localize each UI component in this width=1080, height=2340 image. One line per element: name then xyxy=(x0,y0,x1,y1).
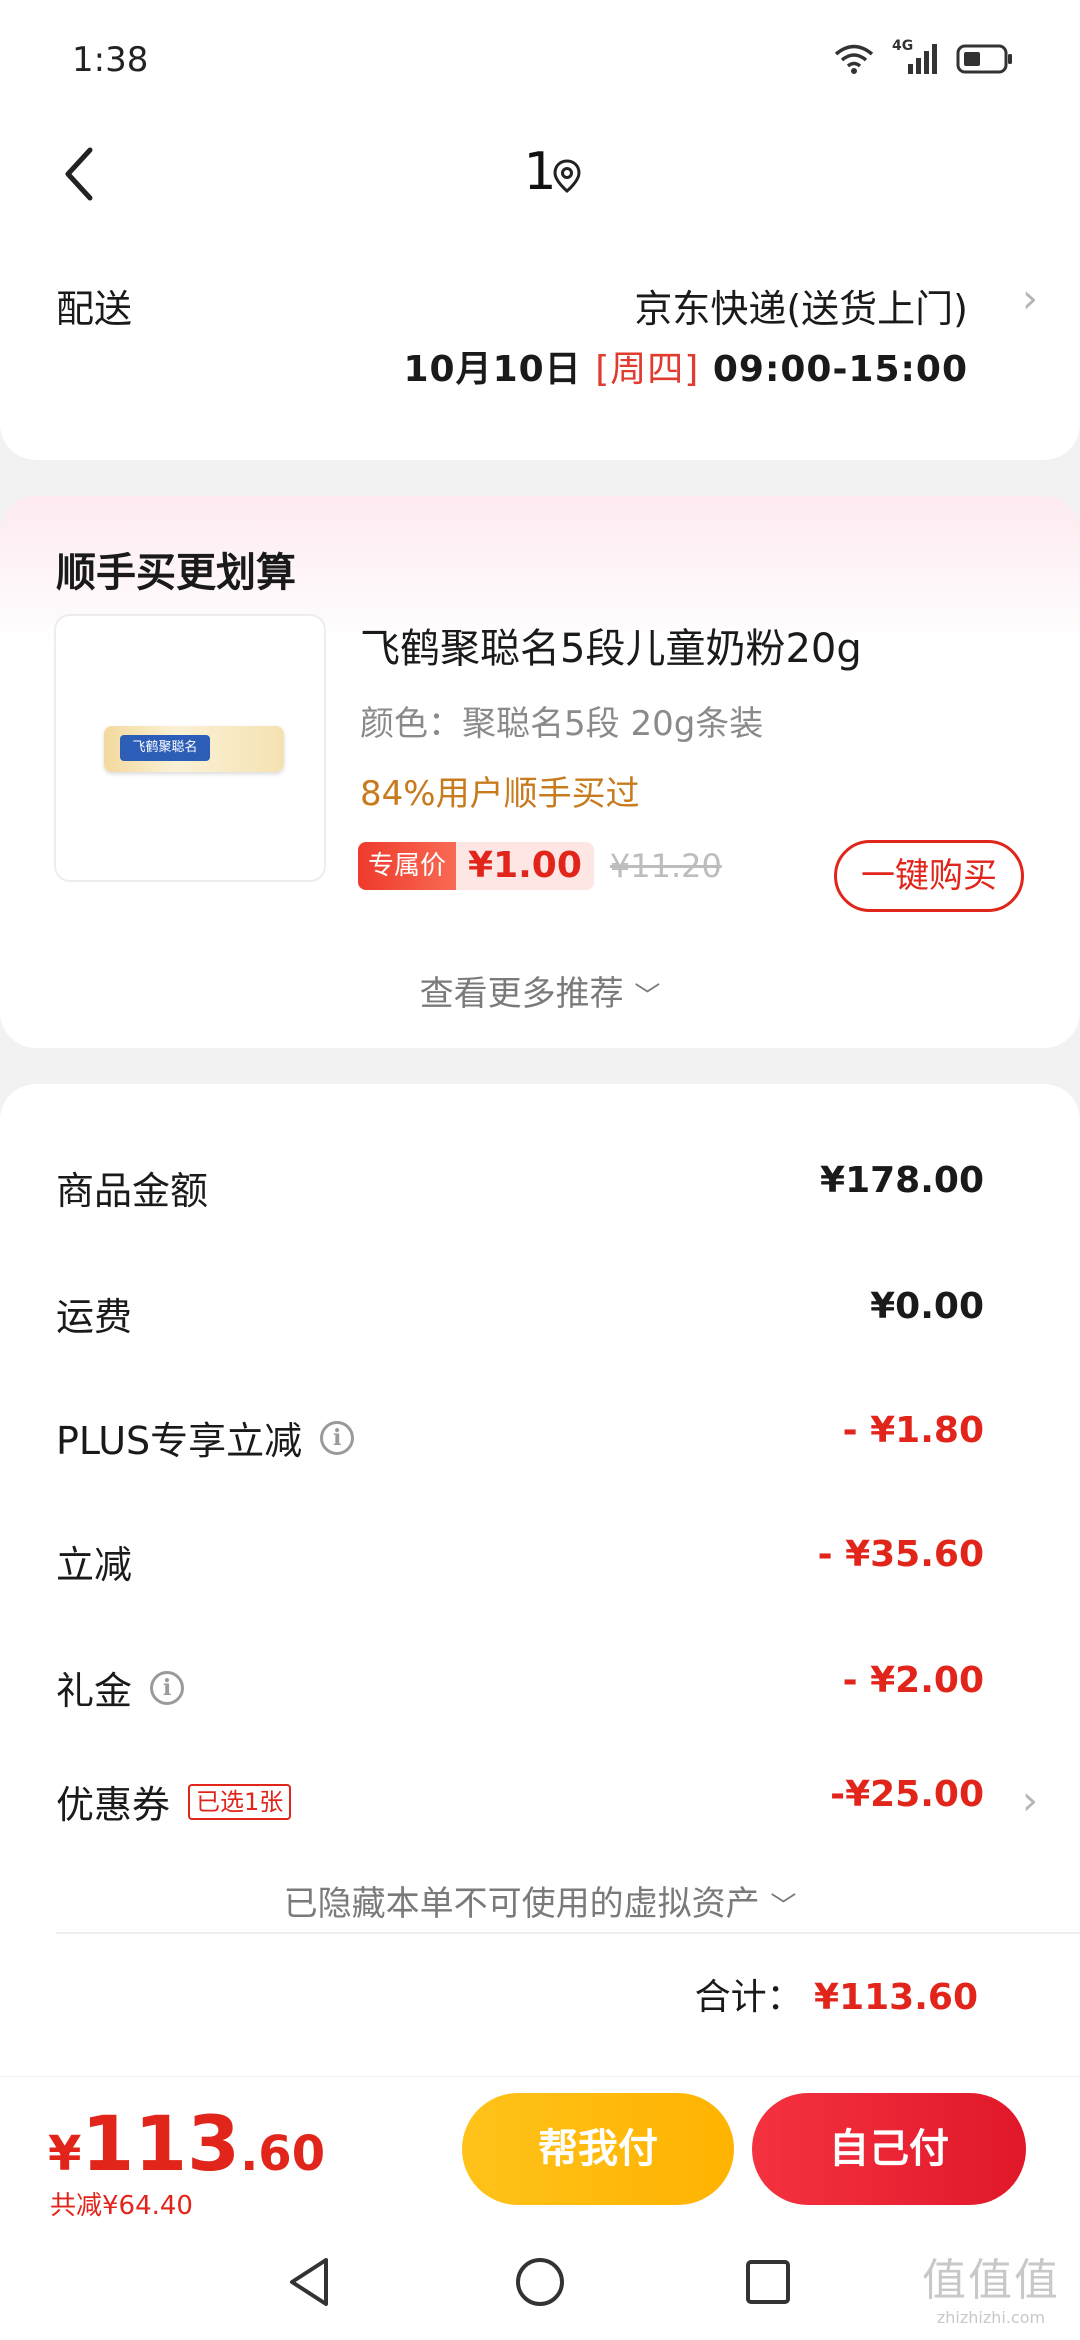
watermark-logo: 值值值 xyxy=(922,2255,1060,2306)
social-proof: 84%用户顺手买过 xyxy=(360,774,640,814)
nav-back-icon[interactable] xyxy=(278,2250,342,2314)
info-icon[interactable]: i xyxy=(150,1670,185,1705)
wifi-icon xyxy=(834,44,874,74)
summary-row-coupon[interactable]: 优惠券 已选1张 -¥25.00 › xyxy=(56,1774,1038,1834)
exclusive-price-tag: 专属价 xyxy=(358,842,457,890)
original-price: ¥11.20 xyxy=(609,847,722,885)
upsell-section: 顺手买更划算 飞鹤聚聪名 飞鹤聚聪名5段儿童奶粉20g 颜色：聚聪名5段 20g… xyxy=(0,496,1080,1048)
chevron-down-icon: ﹀ xyxy=(770,1892,797,1922)
summary-label: 礼金 xyxy=(56,1669,133,1713)
divider xyxy=(56,1932,1080,1934)
pay-total-int: 113 xyxy=(81,2099,241,2188)
delivery-time: 10月10日 [周四] 09:00-15:00 xyxy=(403,340,968,392)
chevron-right-icon: › xyxy=(1022,276,1038,322)
product-spec: 颜色：聚聪名5段 20g条装 xyxy=(360,704,764,744)
more-recommendations-label: 查看更多推荐 xyxy=(419,974,624,1014)
summary-value: ¥0.00 xyxy=(870,1286,984,1327)
summary-row-gift-money: 礼金 i - ¥2.00 xyxy=(56,1660,1024,1720)
battery-icon xyxy=(956,44,1012,74)
upsell-title: 顺手买更划算 xyxy=(56,550,296,596)
summary-label: PLUS专享立减 xyxy=(56,1419,303,1463)
summary-label: 商品金额 xyxy=(56,1169,209,1213)
nav-home-icon[interactable] xyxy=(508,2250,572,2314)
product-name[interactable]: 飞鹤聚聪名5段儿童奶粉20g xyxy=(360,616,862,674)
page-title: 1 xyxy=(523,142,557,202)
summary-row-plus-discount: PLUS专享立减 i - ¥1.80 xyxy=(56,1410,1024,1470)
coupon-selected-badge: 已选1张 xyxy=(188,1783,292,1820)
current-price: ¥1.00 xyxy=(456,842,594,890)
summary-label-wrap: PLUS专享立减 i xyxy=(56,1410,355,1465)
product-image-label: 飞鹤聚聪名 xyxy=(120,735,210,761)
delivery-date: 10月10日 xyxy=(403,349,582,390)
status-bar: 1:38 4G xyxy=(0,0,1080,120)
total-row: 合计： ¥113.60 xyxy=(695,1968,978,2020)
hidden-assets-toggle[interactable]: 已隐藏本单不可使用的虚拟资产 ﹀ xyxy=(0,1876,1080,1925)
location-pin-icon[interactable] xyxy=(552,158,582,194)
delivery-label: 配送 xyxy=(56,287,133,331)
help-me-pay-button[interactable]: 帮我付 xyxy=(462,2093,734,2205)
info-icon[interactable]: i xyxy=(320,1420,355,1455)
pay-currency: ¥ xyxy=(48,2126,82,2182)
summary-label: 优惠券 xyxy=(56,1783,171,1827)
pay-total-dec: .60 xyxy=(240,2126,326,2182)
summary-value: - ¥2.00 xyxy=(842,1660,984,1701)
summary-label-wrap: 礼金 i xyxy=(56,1660,185,1715)
one-click-buy-button[interactable]: 一键购买 xyxy=(834,840,1024,912)
price-row: 专属价 ¥1.00 ¥11.20 xyxy=(358,840,722,892)
pay-myself-button[interactable]: 自己付 xyxy=(752,2093,1026,2205)
status-icons: 4G xyxy=(834,38,1014,76)
summary-label-wrap: 优惠券 已选1张 xyxy=(56,1774,292,1829)
delivery-weekday: [周四] xyxy=(595,349,700,390)
delivery-time-window: 09:00-15:00 xyxy=(712,349,968,390)
nav-recents-icon[interactable] xyxy=(736,2250,800,2314)
chevron-right-icon: › xyxy=(1022,1778,1038,1824)
summary-label: 运费 xyxy=(56,1295,133,1339)
header: 1 xyxy=(0,120,1080,230)
chevron-down-icon: ﹀ xyxy=(634,982,661,1012)
total-value: ¥113.60 xyxy=(814,1977,978,2018)
delivery-section[interactable]: 配送 京东快递(送货上门) 10月10日 [周四] 09:00-15:00 › xyxy=(0,230,1080,460)
more-recommendations-link[interactable]: 查看更多推荐 ﹀ xyxy=(0,966,1080,1015)
summary-label: 立减 xyxy=(56,1543,133,1587)
product-image[interactable]: 飞鹤聚聪名 xyxy=(54,614,326,882)
watermark: 值值值 zhizhizhi.com xyxy=(922,2244,1060,2327)
summary-value: - ¥1.80 xyxy=(842,1410,984,1451)
milk-powder-stick-image: 飞鹤聚聪名 xyxy=(104,726,284,772)
summary-value: -¥25.00 xyxy=(830,1774,984,1815)
system-nav-bar xyxy=(0,2226,1080,2340)
checkout-bar: ¥113.60 共减¥64.40 帮我付 自己付 xyxy=(0,2076,1080,2226)
cellular-signal-icon: 4G xyxy=(892,38,938,76)
summary-row-goods-amount: 商品金额 ¥178.00 xyxy=(56,1160,1024,1220)
delivery-method: 京东快递(送货上门) xyxy=(634,287,968,331)
watermark-site: zhizhizhi.com xyxy=(936,2308,1046,2327)
hidden-assets-label: 已隐藏本单不可使用的虚拟资产 xyxy=(283,1884,760,1924)
summary-value: - ¥35.60 xyxy=(817,1534,984,1575)
total-label: 合计： xyxy=(694,1977,803,2018)
summary-value: ¥178.00 xyxy=(820,1160,984,1201)
summary-row-instant-discount: 立减 - ¥35.60 xyxy=(56,1534,1024,1594)
total-saved: 共减¥64.40 xyxy=(50,2191,193,2221)
pay-total: ¥113.60 xyxy=(48,2099,325,2188)
summary-row-shipping: 运费 ¥0.00 xyxy=(56,1286,1024,1346)
status-time: 1:38 xyxy=(72,40,149,80)
